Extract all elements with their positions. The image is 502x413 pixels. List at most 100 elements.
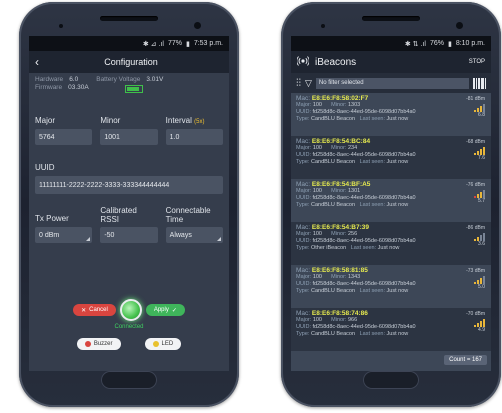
battery-percent: 76% (429, 40, 444, 47)
beacon-rssi: -86 dBm 3.6 (466, 225, 485, 247)
app-bar: iBeacons STOP (291, 51, 491, 73)
battery-percent: 77% (167, 40, 182, 47)
beacon-rssi: -76 dBm 5.7 (466, 182, 485, 204)
firmware-value: 03.30A (68, 84, 89, 91)
firmware-row: Firmware 03.30A (29, 83, 229, 93)
rssi-field-group: Calibrated RSSI -50 (100, 206, 158, 243)
apply-button[interactable]: Apply ✓ (145, 304, 185, 316)
speaker-grille (362, 16, 420, 21)
close-icon: ✕ (81, 307, 87, 314)
signal-icon (466, 276, 485, 284)
page-title: iBeacons (315, 56, 357, 68)
filter-status[interactable]: No filter selected (315, 77, 469, 89)
beacon-count-badge: Count = 167 (444, 355, 487, 365)
rssi-input[interactable]: -50 (100, 227, 158, 243)
proximity-sensor (321, 24, 325, 28)
device-info-row: Hardware 6.0 Battery Voltage 3.01V (29, 73, 229, 83)
clock: 7:53 p.m. (193, 40, 223, 47)
beacon-list[interactable]: Mac: E8:E6:F8:58:02:F7 Major: 100 Minor:… (291, 93, 491, 351)
phone-configuration: ✱ ⊿ .ıl 77% ▮ 7:53 p.m. ‹ Configuration … (19, 2, 239, 407)
hardware-value: 6.0 (69, 76, 79, 83)
test-row: Buzzer LED (29, 338, 229, 350)
beacon-mac: E8:E6:F8:58:81:85 (311, 267, 368, 274)
led-label: LED (161, 341, 174, 347)
buzzer-button[interactable]: Buzzer (76, 338, 121, 350)
minor-input[interactable]: 1001 (100, 129, 158, 145)
beacon-item[interactable]: Mac: E8:E6:F8:54:B7:39 Major: 100 Minor:… (291, 222, 491, 265)
beacon-item[interactable]: Mac: E8:E6:F8:54:BF:A5 Major: 100 Minor:… (291, 179, 491, 222)
interval-input[interactable]: 1.0 (165, 129, 223, 145)
firmware-label: Firmware (35, 84, 63, 91)
beacon-item[interactable]: Mac: E8:E6:F8:58:74:86 Major: 100 Minor:… (291, 308, 491, 351)
connectable-field-group: Connectable Time Always (165, 206, 223, 243)
filter-icon[interactable]: ▽ (305, 78, 312, 89)
tx-power-field-group: Tx Power 0 dBm (35, 214, 93, 243)
signal-icon (466, 147, 485, 155)
signal-icon (466, 319, 485, 327)
phone-ibeacons: ✱ ⇅ .ıl 76% ▮ 8:10 p.m. iBeacons STOP ⫶⫶… (281, 2, 501, 407)
clock: 8:10 p.m. (455, 40, 485, 47)
rssi-label: Calibrated RSSI (100, 206, 137, 224)
uuid-field-group: UUID 11111111-2222-2222-3333-33334444444… (29, 163, 229, 194)
front-camera (456, 22, 463, 29)
signal-icon (466, 233, 485, 241)
configuration-screen: ✱ ⊿ .ıl 77% ▮ 7:53 p.m. ‹ Configuration … (29, 36, 229, 371)
action-row: ✕ Cancel Apply ✓ (29, 299, 229, 321)
cancel-label: Cancel (89, 307, 108, 313)
battery-level-icon (124, 85, 143, 93)
tx-power-dropdown[interactable]: 0 dBm (35, 227, 93, 243)
beacon-rssi: -68 dBm 7.6 (466, 139, 485, 161)
major-input[interactable]: 5764 (35, 129, 93, 145)
beacon-rssi: -73 dBm 5.0 (466, 268, 485, 290)
connectable-label: Connectable Time (165, 206, 211, 224)
cancel-button[interactable]: ✕ Cancel (73, 304, 116, 316)
page-title: Configuration (104, 57, 158, 67)
uuid-label: UUID (35, 163, 55, 172)
uuid-input[interactable]: 11111111-2222-2222-3333-333344444444 (35, 176, 223, 194)
apply-label: Apply (153, 307, 169, 313)
ibeacons-screen: ✱ ⇅ .ıl 76% ▮ 8:10 p.m. iBeacons STOP ⫶⫶… (291, 36, 491, 371)
interval-unit: (5x) (194, 119, 205, 125)
front-camera (194, 22, 201, 29)
connectable-dropdown[interactable]: Always (165, 227, 223, 243)
beacon-item[interactable]: Mac: E8:E6:F8:54:BC:84 Major: 100 Minor:… (291, 136, 491, 179)
battery-voltage-label: Battery Voltage (96, 76, 141, 83)
beacon-item[interactable]: Mac: E8:E6:F8:58:81:85 Major: 100 Minor:… (291, 265, 491, 308)
beacon-mac: E8:E6:F8:54:BC:84 (311, 138, 371, 145)
app-bar: ‹ Configuration (29, 51, 229, 73)
interval-label: Interval (165, 116, 192, 125)
beacon-rssi: -70 dBm 4.9 (466, 311, 485, 333)
interval-label-wrap: Interval (5x) (166, 116, 223, 126)
buzzer-label: Buzzer (93, 341, 113, 347)
interval-field-group: Interval (5x) 1.0 (165, 116, 223, 145)
major-field-group: Major 5764 (35, 116, 93, 145)
stop-button[interactable]: STOP (469, 59, 485, 65)
home-button[interactable] (101, 371, 157, 389)
sliders-icon[interactable]: ⫶⫶ (296, 78, 301, 89)
beacon-mac: E8:E6:F8:58:74:86 (311, 310, 368, 317)
signal-icon (466, 190, 485, 198)
status-icons: ✱ ⊿ .ıl (142, 40, 164, 48)
status-bar: ✱ ⊿ .ıl 77% ▮ 7:53 p.m. (29, 36, 229, 51)
filter-bar: ⫶⫶ ▽ No filter selected (291, 73, 491, 93)
minor-field-group: Minor 1001 (100, 116, 158, 145)
buzzer-icon (84, 341, 91, 347)
check-icon: ✓ (171, 307, 177, 314)
beacon-mac: E8:E6:F8:54:BF:A5 (311, 181, 371, 188)
beacon-rssi: -81 dBm 6.8 (466, 96, 485, 118)
signal-icon (466, 104, 485, 112)
beacon-item[interactable]: Mac: E8:E6:F8:58:02:F7 Major: 100 Minor:… (291, 93, 491, 136)
connected-status: Connected (114, 324, 144, 330)
status-bar: ✱ ⇅ .ıl 76% ▮ 8:10 p.m. (291, 36, 491, 51)
major-label: Major (35, 116, 56, 125)
battery-icon: ▮ (447, 40, 452, 48)
barcode-icon[interactable] (473, 77, 486, 89)
battery-icon: ▮ (185, 40, 190, 48)
led-button[interactable]: LED (144, 338, 182, 350)
tx-power-label: Tx Power (35, 214, 69, 223)
home-button[interactable] (363, 371, 419, 389)
minor-label: Minor (100, 116, 121, 125)
app-title-wrap: iBeacons (296, 55, 357, 70)
status-icons: ✱ ⇅ .ıl (404, 40, 426, 48)
major-minor-interval-row: Major 5764 Minor 1001 Interval (5x) 1.0 (29, 116, 229, 145)
